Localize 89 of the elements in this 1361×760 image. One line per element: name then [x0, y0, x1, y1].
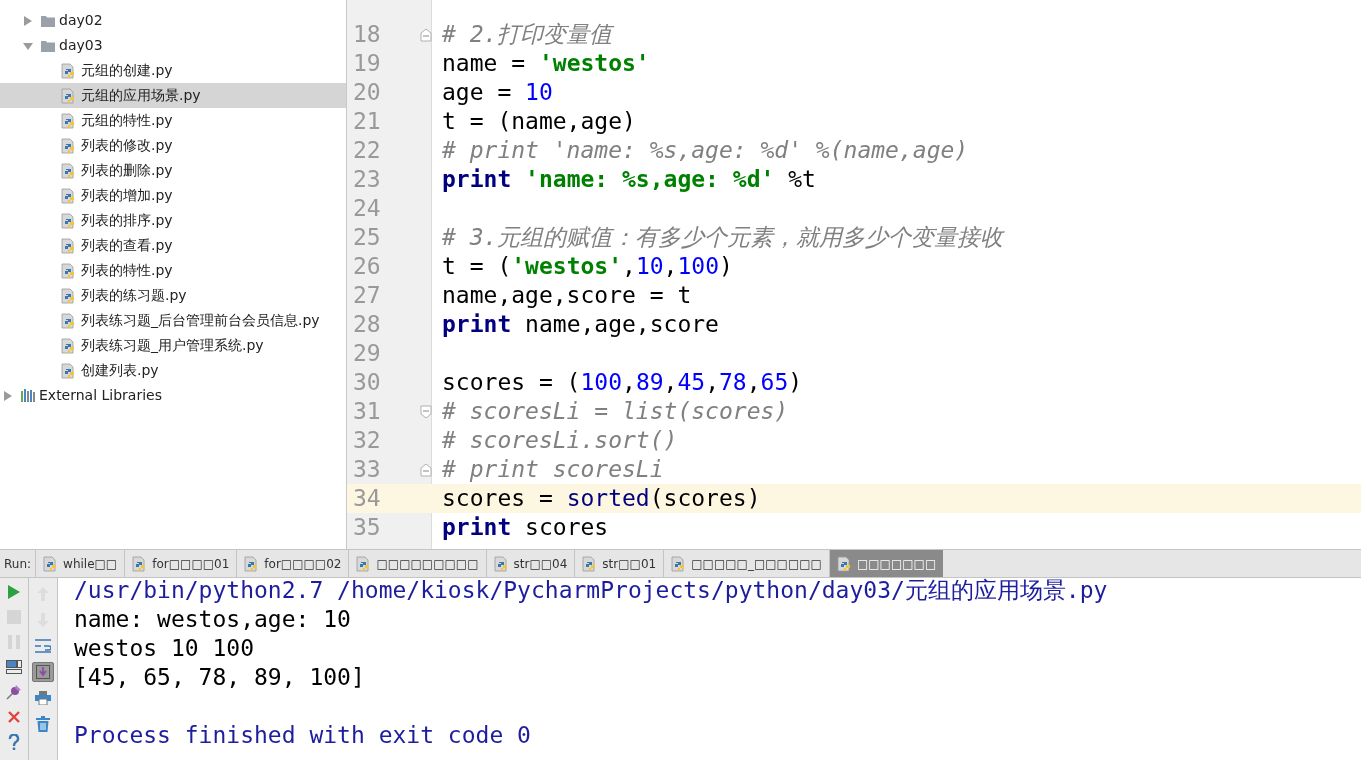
line-number: 29 [352, 339, 382, 369]
console-line: Process finished with exit code 0 [74, 721, 532, 750]
tree-item[interactable]: 创建列表.py [0, 358, 346, 383]
trash-icon[interactable] [36, 716, 50, 732]
line-number: 30 [352, 368, 382, 398]
line-number: 33 [352, 455, 382, 485]
close-icon[interactable] [7, 710, 21, 724]
pin-icon[interactable] [6, 684, 22, 700]
code-line: name,age,score = t [441, 281, 692, 311]
tree-item[interactable]: 元组的特性.py [0, 108, 346, 133]
python-file-icon [493, 555, 510, 572]
python-file-icon [836, 555, 853, 572]
code-line: # scoresLi = list(scores) [441, 397, 789, 427]
python-file-icon [61, 137, 77, 154]
help-icon[interactable] [8, 734, 20, 750]
folder-icon [41, 14, 55, 27]
code-line: print name,age,score [441, 310, 719, 340]
code-line: # 2.打印变量值 [441, 20, 613, 50]
tree-item[interactable]: 列表的排序.py [0, 208, 346, 233]
code-line: t = ('westos',10,100) [441, 252, 733, 282]
fold-marker-icon[interactable] [420, 462, 432, 477]
line-number: 32 [352, 426, 382, 456]
line-number: 26 [352, 252, 382, 282]
tree-item[interactable]: 列表的修改.py [0, 133, 346, 158]
python-file-icon [61, 362, 77, 379]
code-line: # print scoresLi [441, 455, 664, 485]
expand-arrow-icon[interactable] [23, 40, 33, 51]
python-file-icon [61, 212, 77, 229]
code-line: name = 'westos' [441, 49, 650, 79]
tree-item[interactable]: 列表的删除.py [0, 158, 346, 183]
code-line: scores = (100,89,45,78,65) [441, 368, 803, 398]
line-number: 20 [352, 78, 382, 108]
line-number: 23 [352, 165, 382, 195]
layout-icon[interactable] [6, 660, 22, 674]
code-line: t = (name,age) [441, 107, 636, 137]
collapse-arrow-icon[interactable] [23, 15, 33, 26]
print-icon[interactable] [35, 691, 51, 705]
tree-item[interactable]: External Libraries [0, 383, 346, 408]
fold-marker-icon[interactable] [420, 27, 432, 42]
tree-item[interactable]: day03 [0, 33, 346, 58]
folder-icon [41, 39, 55, 52]
code-line: # print 'name: %s,age: %d' %(name,age) [441, 136, 969, 166]
run-icon[interactable] [7, 584, 21, 600]
console-line: /usr/bin/python2.7 /home/kiosk/PycharmProjects/python/day03/元组的应用场景.py [74, 578, 1109, 605]
python-file-icon [61, 287, 77, 304]
scroll-to-end-icon[interactable] [36, 665, 50, 679]
python-file-icon [61, 62, 77, 79]
line-number: 28 [352, 310, 382, 340]
console-line: [45, 65, 78, 89, 100] [74, 663, 366, 692]
run-label: Run: [3, 555, 33, 573]
soft-wrap-icon[interactable] [35, 639, 51, 653]
line-number: 18 [352, 20, 382, 50]
line-number: 35 [352, 513, 382, 543]
python-file-icon [61, 262, 77, 279]
python-file-icon [61, 187, 77, 204]
code-line: # 3.元组的赋值：有多少个元素，就用多少个变量接收 [441, 223, 1004, 253]
fold-marker-icon[interactable] [420, 404, 432, 419]
tree-item[interactable]: 元组的创建.py [0, 58, 346, 83]
python-file-icon [61, 112, 77, 129]
line-number: 34 [352, 484, 382, 514]
tree-item[interactable]: 列表练习题_后台管理前台会员信息.py [0, 308, 346, 333]
code-line: age = 10 [441, 78, 553, 108]
tree-item[interactable]: 列表的特性.py [0, 258, 346, 283]
python-file-icon [61, 312, 77, 329]
code-line: # scoresLi.sort() [441, 426, 678, 456]
code-line: print scores [441, 513, 609, 543]
python-file-icon [61, 162, 77, 179]
python-file-icon [61, 237, 77, 254]
tree-item[interactable]: 列表的查看.py [0, 233, 346, 258]
code-line: print 'name: %s,age: %d' %t [441, 165, 816, 195]
tree-item[interactable]: 元组的应用场景.py [0, 83, 346, 108]
line-number: 25 [352, 223, 382, 253]
python-file-icon [61, 87, 77, 104]
line-number: 19 [352, 49, 382, 79]
tree-item[interactable]: 列表的练习题.py [0, 283, 346, 308]
line-number: 21 [352, 107, 382, 137]
code-line: scores = sorted(scores) [441, 484, 761, 514]
line-number: 31 [352, 397, 382, 427]
line-number: 24 [352, 194, 382, 224]
console-line: westos 10 100 [74, 634, 255, 663]
line-number: 22 [352, 136, 382, 166]
library-icon [21, 389, 35, 402]
console-line: name: westos,age: 10 [74, 605, 352, 634]
tree-item[interactable]: day02 [0, 8, 346, 33]
collapse-arrow-icon[interactable] [3, 390, 13, 401]
tree-item[interactable]: 列表的增加.py [0, 183, 346, 208]
tree-item[interactable]: 列表练习题_用户管理系统.py [0, 333, 346, 358]
python-file-icon [61, 337, 77, 354]
line-number: 27 [352, 281, 382, 311]
